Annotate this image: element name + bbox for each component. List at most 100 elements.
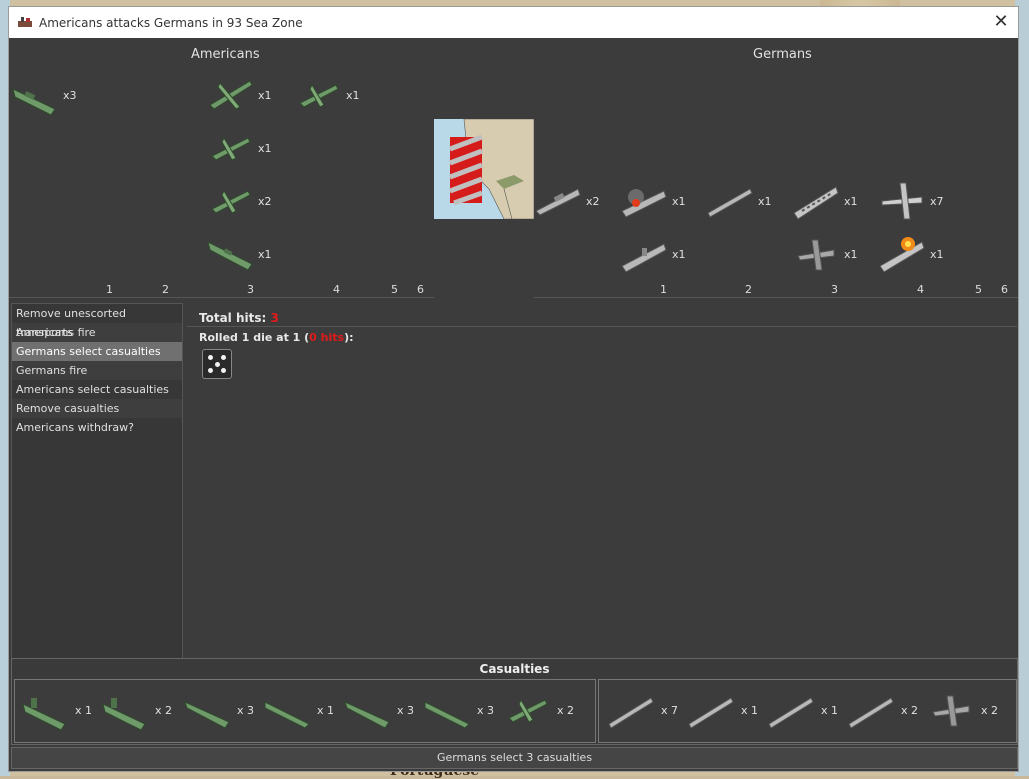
status-bar: Germans select 3 casualties — [11, 747, 1018, 769]
fighter-icon — [797, 239, 835, 271]
submarine-icon — [424, 701, 470, 729]
casualty-destroyer[interactable]: x 3 — [181, 686, 254, 734]
germans-column-4: 4 — [917, 283, 924, 296]
phase-americans-select-casualties[interactable]: Americans select casualties — [12, 380, 182, 399]
casualty-count: x 1 — [741, 703, 759, 717]
phase-americans-fire[interactable]: Americans fire — [12, 323, 182, 342]
american-unit-destroyer[interactable]: x1 — [206, 230, 272, 278]
casualty-submarine[interactable]: x 1 — [261, 686, 334, 734]
unit-count: x2 — [586, 194, 600, 208]
casualty-destroyer[interactable]: x 3 — [341, 686, 414, 734]
american-unit-fighter[interactable]: x1 — [294, 71, 360, 119]
fighter-icon — [211, 189, 251, 214]
german-unit-battleship[interactable]: x1 — [792, 177, 858, 225]
casualty-count: x 1 — [317, 703, 335, 717]
casualties-panel: Casualties x 1 x 2 x 3 x 1 x 3 x 3 x 2 x… — [11, 658, 1018, 745]
die-face-icon — [202, 349, 232, 379]
casualty-count: x 1 — [75, 703, 93, 717]
casualty-fighter[interactable]: x 2 — [925, 686, 998, 734]
american-unit-bomber[interactable]: x1 — [206, 71, 272, 119]
phase-germans-select-casualties[interactable]: Germans select casualties — [12, 342, 182, 361]
unit-count: x1 — [844, 194, 858, 208]
transport-icon — [22, 698, 66, 731]
roll-hits: 0 hits — [309, 331, 345, 344]
roll-result: Rolled 1 die at 1 (0 hits): — [199, 331, 354, 344]
casualty-cruiser[interactable]: x 1 — [765, 686, 838, 734]
fighter-icon — [299, 83, 339, 108]
german-unit-battleship-burning[interactable]: x1 — [878, 230, 944, 278]
casualty-submarine[interactable]: x 3 — [421, 686, 494, 734]
unit-count: x1 — [672, 194, 686, 208]
casualty-count: x 2 — [901, 703, 919, 717]
destroyer-icon — [184, 701, 230, 729]
phase-list: Remove unescorted transports Americans f… — [11, 303, 183, 659]
unit-count: x1 — [258, 141, 272, 155]
carrier-icon — [621, 243, 667, 273]
americans-column-3: 3 — [247, 283, 254, 296]
battleship-icon — [793, 186, 839, 220]
battle-log: Total hits: 3 Rolled 1 die at 1 (0 hits)… — [187, 303, 1017, 657]
american-unit-fighter[interactable]: x2 — [206, 177, 272, 225]
phase-germans-fire[interactable]: Germans fire — [12, 361, 182, 380]
casualty-count: x 7 — [661, 703, 679, 717]
americans-column-4: 4 — [333, 283, 340, 296]
unit-count: x3 — [63, 88, 77, 102]
casualty-fighter[interactable]: x 2 — [501, 686, 574, 734]
casualty-count: x 1 — [821, 703, 839, 717]
phase-remove-unescorted-transports[interactable]: Remove unescorted transports — [12, 304, 182, 339]
destroyer-icon — [344, 701, 390, 729]
casualty-count: x 2 — [155, 703, 173, 717]
unit-count: x1 — [672, 247, 686, 261]
casualty-count: x 3 — [397, 703, 415, 717]
unit-count: x1 — [346, 88, 360, 102]
american-unit-fighter[interactable]: x1 — [206, 124, 272, 172]
roll-prefix: Rolled 1 die at 1 ( — [199, 331, 310, 344]
german-unit-bomber[interactable]: x7 — [878, 177, 944, 225]
casualties-title: Casualties — [479, 662, 550, 676]
germans-column-3: 3 — [831, 283, 838, 296]
german-unit-cruiser[interactable]: x1 — [706, 177, 772, 225]
app-icon — [18, 16, 32, 27]
territory-thumbnail — [434, 119, 534, 219]
casualty-battleship[interactable]: x 7 — [605, 686, 678, 734]
phase-americans-withdraw[interactable]: Americans withdraw? — [12, 418, 182, 437]
cruiser-icon — [768, 697, 814, 729]
submarine-icon — [264, 701, 310, 729]
roll-suffix: ): — [344, 331, 354, 344]
casualty-transport[interactable]: x 2 — [99, 686, 172, 734]
casualty-transport[interactable]: x 1 — [19, 686, 92, 734]
casualty-cruiser[interactable]: x 1 — [685, 686, 758, 734]
phase-remove-casualties[interactable]: Remove casualties — [12, 399, 182, 418]
transport-icon — [12, 88, 56, 116]
transport-icon — [102, 698, 146, 731]
unit-count: x1 — [930, 247, 944, 261]
fighter-icon — [508, 698, 548, 723]
cruiser-icon — [707, 188, 753, 218]
german-unit-carrier[interactable]: x1 — [620, 230, 686, 278]
title-bar: Americans attacks Germans in 93 Sea Zone… — [9, 7, 1018, 38]
window-title: Americans attacks Germans in 93 Sea Zone — [39, 15, 303, 30]
german-unit-transport[interactable]: x2 — [534, 177, 600, 225]
german-casualties: x 7 x 1 x 1 x 2 x 2 — [598, 679, 1017, 743]
battleship-icon — [608, 697, 654, 729]
germans-column-1: 1 — [660, 283, 667, 296]
casualty-cruiser[interactable]: x 2 — [845, 686, 918, 734]
cruiser-icon — [848, 697, 894, 729]
americans-column-5: 5 — [391, 283, 398, 296]
casualty-count: x 3 — [237, 703, 255, 717]
german-unit-carrier-damaged[interactable]: x1 — [620, 177, 686, 225]
german-unit-fighter[interactable]: x1 — [792, 230, 858, 278]
battleship-burning-icon — [879, 237, 925, 273]
americans-axis-line — [9, 297, 434, 298]
log-separator — [187, 326, 1017, 327]
unit-count: x7 — [930, 194, 944, 208]
americans-label: Americans — [191, 47, 260, 62]
unit-count: x1 — [258, 247, 272, 261]
bomber-icon — [209, 80, 253, 110]
germans-column-2: 2 — [745, 283, 752, 296]
close-icon[interactable]: ✕ — [992, 13, 1010, 31]
americans-column-1: 1 — [106, 283, 113, 296]
american-unit-transport[interactable]: x3 — [11, 71, 77, 119]
unit-count: x1 — [258, 88, 272, 102]
unit-count: x1 — [758, 194, 772, 208]
